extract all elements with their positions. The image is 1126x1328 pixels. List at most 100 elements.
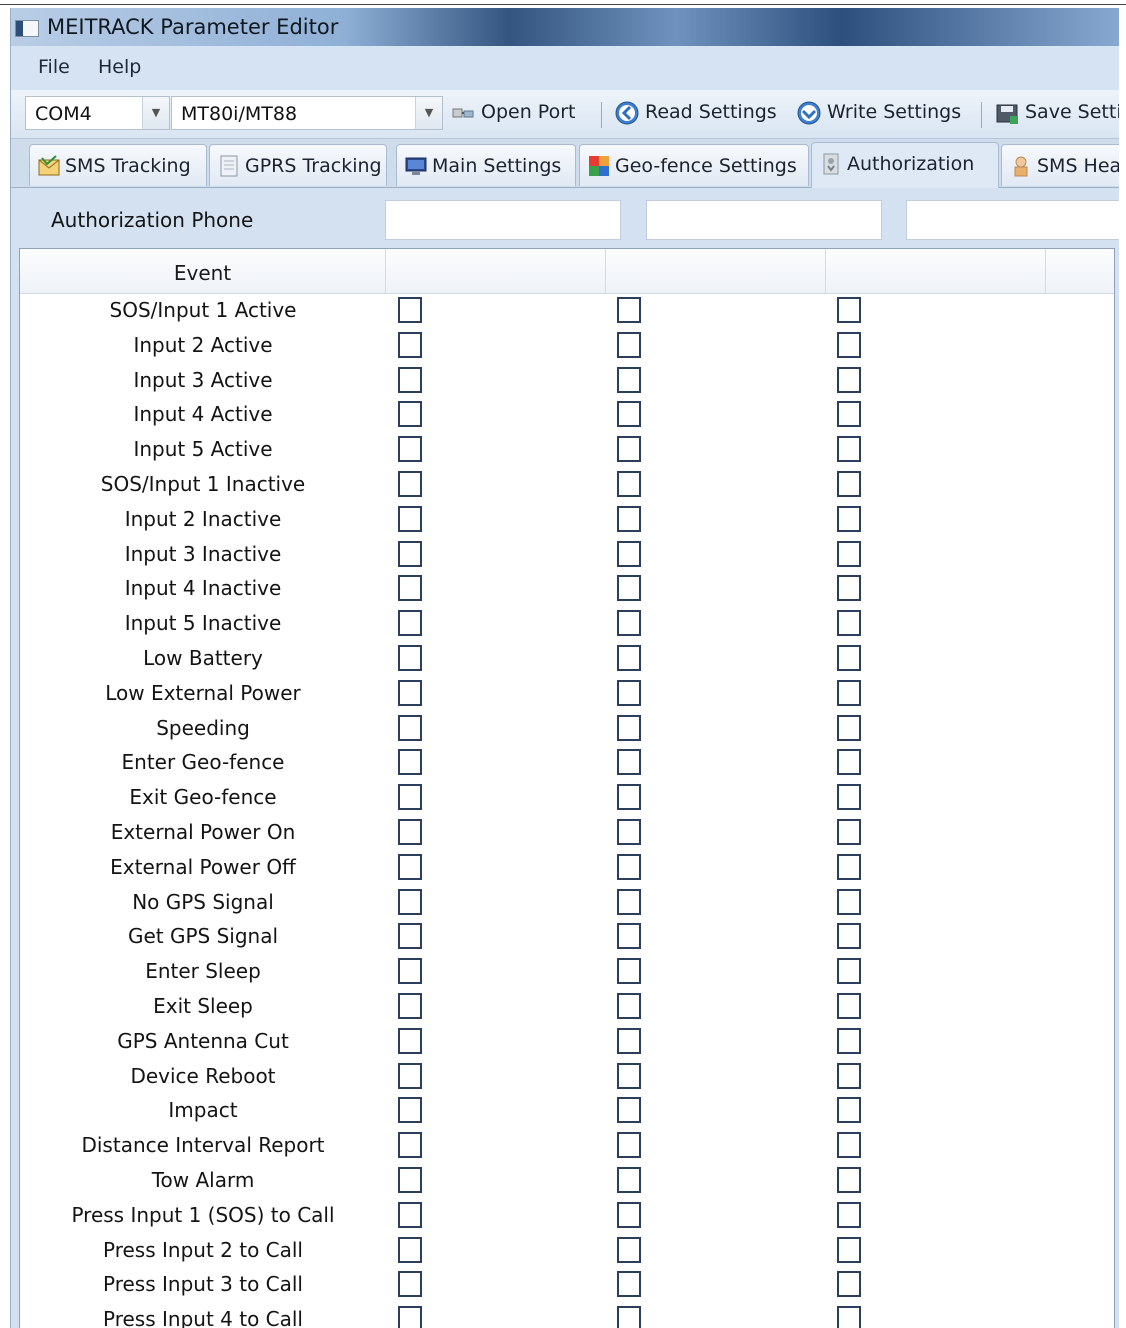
phone-1-checkbox[interactable] <box>398 1271 422 1298</box>
phone-3-checkbox[interactable] <box>837 331 861 358</box>
phone-3-checkbox[interactable] <box>837 888 861 915</box>
write-settings-button[interactable]: Write Settings <box>797 98 969 128</box>
phone-1-checkbox[interactable] <box>398 1027 422 1054</box>
phone-1-checkbox[interactable] <box>398 714 422 741</box>
save-settings-button[interactable]: Save Setti <box>995 98 1119 128</box>
phone-1-checkbox[interactable] <box>398 1132 422 1159</box>
phone-1-checkbox[interactable] <box>398 645 422 671</box>
phone-1-checkbox[interactable] <box>398 819 422 845</box>
phone-3-checkbox[interactable] <box>837 923 861 950</box>
phone-1-checkbox[interactable] <box>398 749 422 776</box>
phone-1-checkbox[interactable] <box>398 784 422 811</box>
phone-1-checkbox[interactable] <box>398 610 422 637</box>
phone-3-checkbox[interactable] <box>837 1236 861 1263</box>
authorization-phone-3[interactable] <box>906 200 1119 240</box>
phone-2-checkbox[interactable] <box>617 993 641 1019</box>
phone-1-checkbox[interactable] <box>398 679 422 706</box>
phone-2-checkbox[interactable] <box>617 853 641 880</box>
phone-1-checkbox[interactable] <box>398 436 422 463</box>
phone-3-checkbox[interactable] <box>837 819 861 845</box>
phone-1-checkbox[interactable] <box>398 853 422 880</box>
phone-3-checkbox[interactable] <box>837 1027 861 1054</box>
phone-2-column-header[interactable] <box>606 249 826 293</box>
open-port-button[interactable]: Open Port <box>451 98 591 128</box>
phone-3-checkbox[interactable] <box>837 784 861 811</box>
phone-2-checkbox[interactable] <box>617 923 641 950</box>
phone-3-checkbox[interactable] <box>837 540 861 567</box>
phone-1-column-header[interactable] <box>386 249 606 293</box>
phone-1-checkbox[interactable] <box>398 540 422 567</box>
tab-sms-tracking[interactable]: SMS Tracking <box>29 144 207 186</box>
phone-1-checkbox[interactable] <box>398 1236 422 1263</box>
phone-2-checkbox[interactable] <box>617 471 641 497</box>
title-bar[interactable]: MEITRACK Parameter Editor <box>11 8 1119 46</box>
tab-sms-head[interactable]: SMS Head <box>1001 144 1119 186</box>
tab-gprs-tracking[interactable]: GPRS Tracking <box>209 144 387 186</box>
phone-2-checkbox[interactable] <box>617 505 641 532</box>
phone-2-checkbox[interactable] <box>617 958 641 985</box>
phone-1-checkbox[interactable] <box>398 1306 422 1328</box>
tab-authorization[interactable]: Authorization <box>811 142 999 188</box>
phone-3-checkbox[interactable] <box>837 853 861 880</box>
phone-2-checkbox[interactable] <box>617 575 641 602</box>
phone-2-checkbox[interactable] <box>617 610 641 637</box>
phone-3-checkbox[interactable] <box>837 436 861 463</box>
authorization-phone-1[interactable] <box>385 200 621 240</box>
phone-3-checkbox[interactable] <box>837 1201 861 1228</box>
phone-2-checkbox[interactable] <box>617 714 641 741</box>
phone-1-checkbox[interactable] <box>398 993 422 1019</box>
phone-2-checkbox[interactable] <box>617 540 641 567</box>
phone-3-checkbox[interactable] <box>837 610 861 637</box>
phone-3-checkbox[interactable] <box>837 1271 861 1298</box>
phone-3-checkbox[interactable] <box>837 679 861 706</box>
phone-2-checkbox[interactable] <box>617 1062 641 1089</box>
read-settings-button[interactable]: Read Settings <box>615 98 785 128</box>
phone-1-checkbox[interactable] <box>398 331 422 358</box>
phone-2-checkbox[interactable] <box>617 645 641 671</box>
phone-3-checkbox[interactable] <box>837 575 861 602</box>
phone-3-checkbox[interactable] <box>837 1306 861 1328</box>
phone-2-checkbox[interactable] <box>617 1201 641 1228</box>
phone-3-checkbox[interactable] <box>837 714 861 741</box>
phone-2-checkbox[interactable] <box>617 784 641 811</box>
chevron-down-icon[interactable]: ▼ <box>415 97 442 129</box>
phone-3-column-header[interactable] <box>826 249 1046 293</box>
phone-2-checkbox[interactable] <box>617 1167 641 1193</box>
phone-2-checkbox[interactable] <box>617 1306 641 1328</box>
menu-file[interactable]: File <box>38 56 70 78</box>
phone-2-checkbox[interactable] <box>617 1236 641 1263</box>
phone-1-checkbox[interactable] <box>398 297 422 323</box>
phone-3-checkbox[interactable] <box>837 1132 861 1159</box>
chevron-down-icon[interactable]: ▼ <box>142 97 169 129</box>
phone-3-checkbox[interactable] <box>837 993 861 1019</box>
port-select[interactable]: COM4 ▼ <box>25 96 170 130</box>
phone-2-checkbox[interactable] <box>617 331 641 358</box>
model-select[interactable]: MT80i/MT88 ▼ <box>171 96 443 130</box>
phone-3-checkbox[interactable] <box>837 1097 861 1124</box>
tab-main-settings[interactable]: Main Settings <box>396 144 576 186</box>
authorization-phone-2[interactable] <box>646 200 882 240</box>
phone-2-checkbox[interactable] <box>617 1271 641 1298</box>
phone-2-checkbox[interactable] <box>617 819 641 845</box>
tab-geo-fence-settings[interactable]: Geo-fence Settings <box>579 144 809 186</box>
phone-2-checkbox[interactable] <box>617 401 641 428</box>
phone-1-checkbox[interactable] <box>398 888 422 915</box>
phone-2-checkbox[interactable] <box>617 749 641 776</box>
phone-2-checkbox[interactable] <box>617 1132 641 1159</box>
menu-help[interactable]: Help <box>98 56 141 78</box>
event-column-header[interactable]: Event <box>20 249 386 293</box>
phone-3-checkbox[interactable] <box>837 401 861 428</box>
phone-3-checkbox[interactable] <box>837 505 861 532</box>
phone-1-checkbox[interactable] <box>398 1062 422 1089</box>
phone-1-checkbox[interactable] <box>398 1097 422 1124</box>
phone-1-checkbox[interactable] <box>398 575 422 602</box>
phone-3-checkbox[interactable] <box>837 1062 861 1089</box>
phone-3-checkbox[interactable] <box>837 749 861 776</box>
phone-3-checkbox[interactable] <box>837 645 861 671</box>
phone-1-checkbox[interactable] <box>398 1201 422 1228</box>
phone-2-checkbox[interactable] <box>617 436 641 463</box>
phone-1-checkbox[interactable] <box>398 958 422 985</box>
phone-1-checkbox[interactable] <box>398 401 422 428</box>
phone-3-checkbox[interactable] <box>837 958 861 985</box>
phone-1-checkbox[interactable] <box>398 471 422 497</box>
